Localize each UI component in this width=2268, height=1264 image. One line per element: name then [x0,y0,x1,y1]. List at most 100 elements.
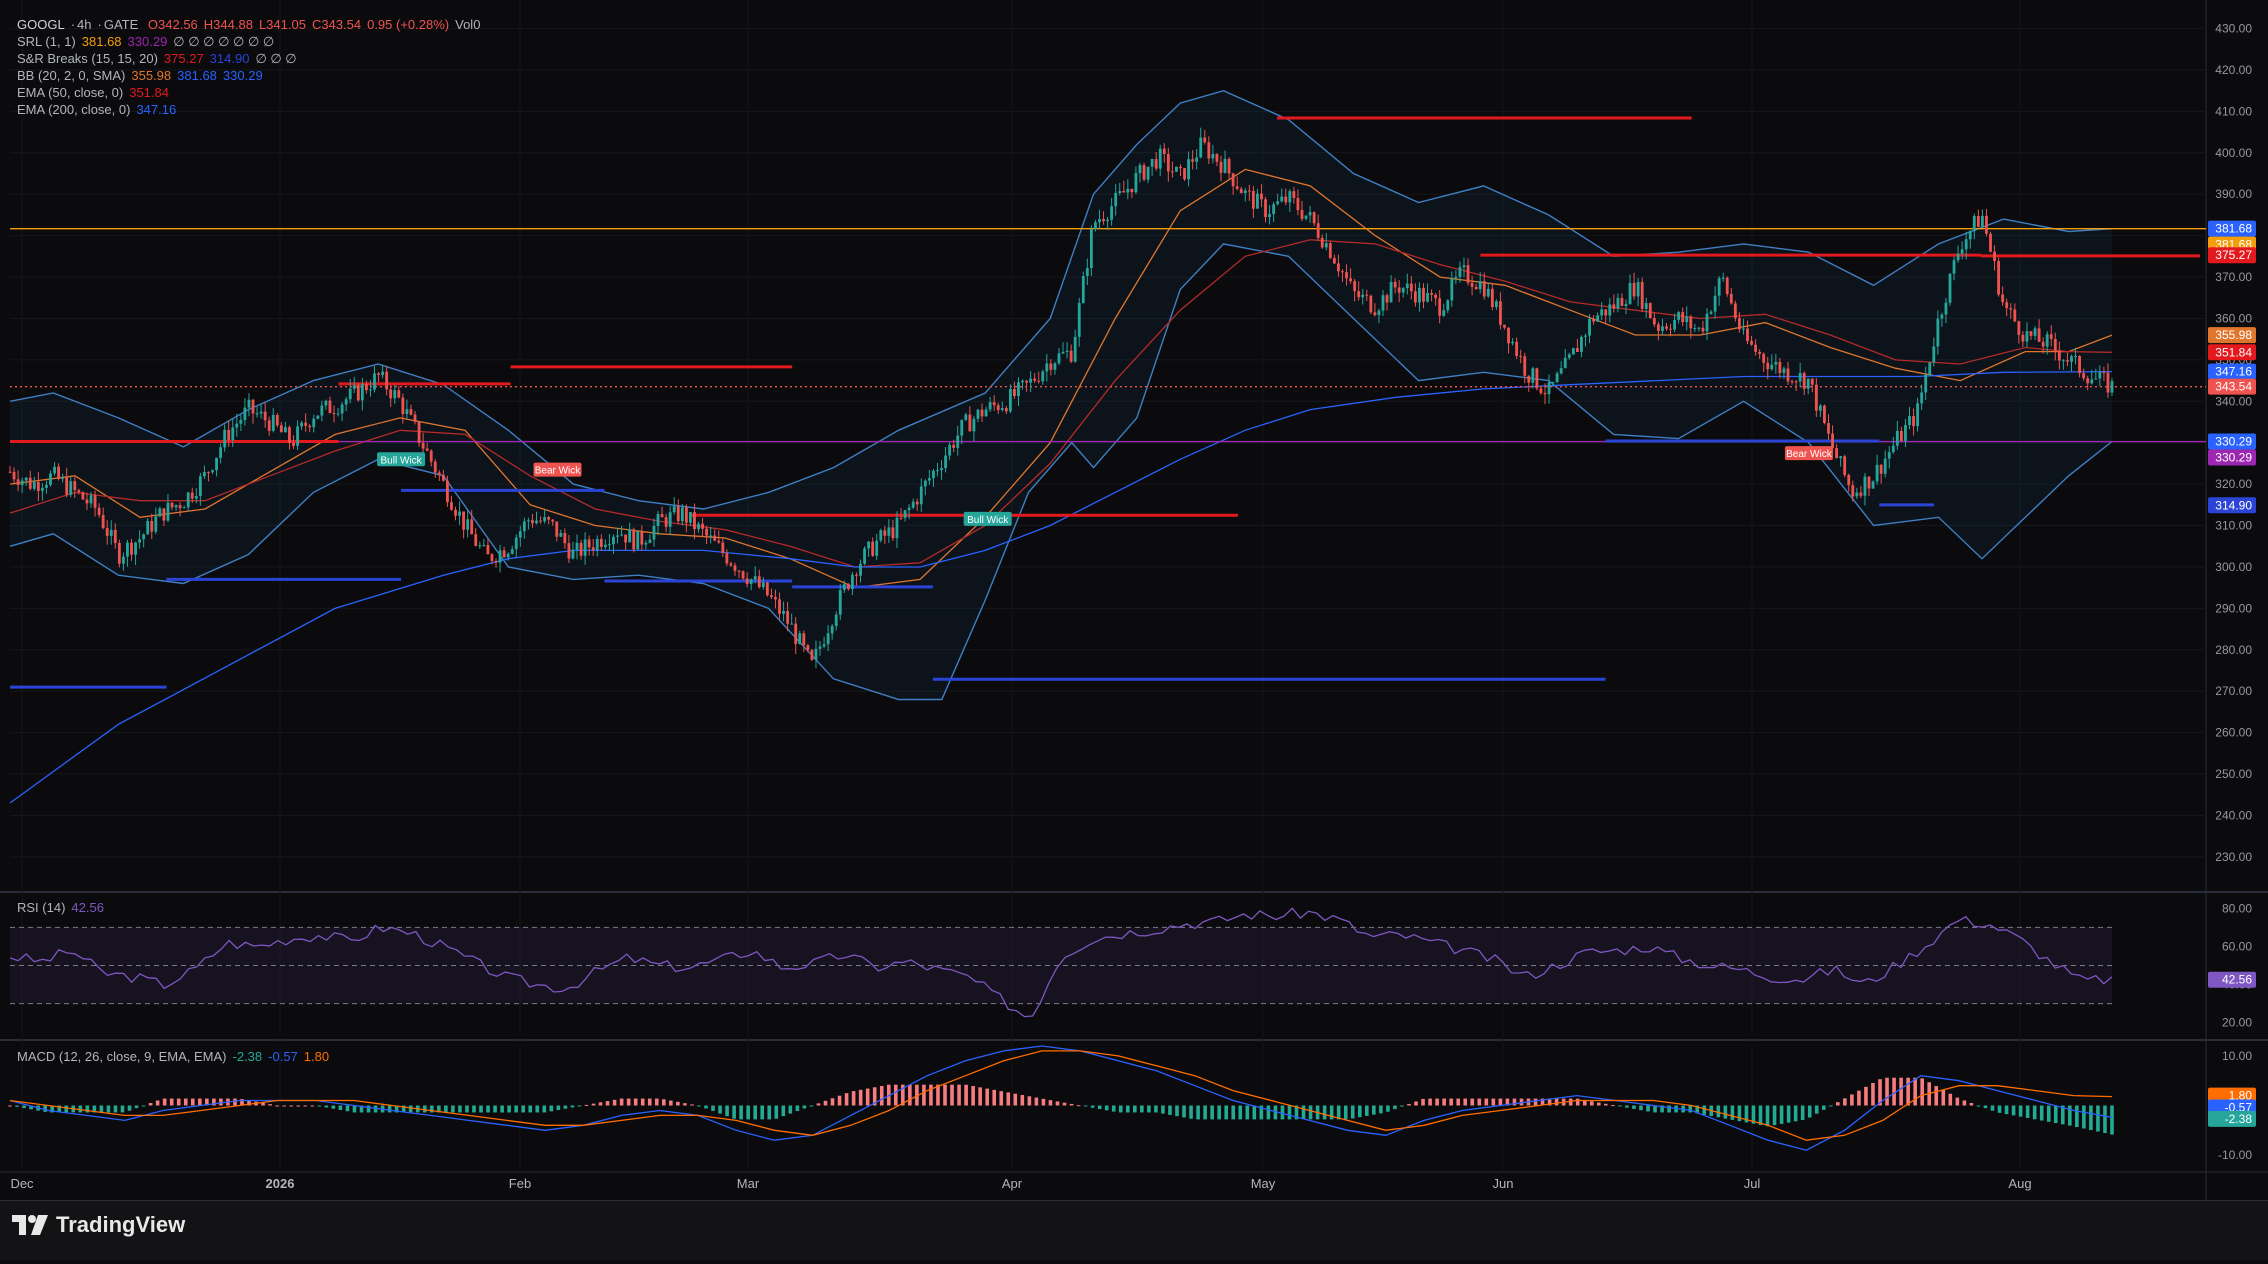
candle-body [932,470,935,479]
time-tick-label: Jul [1744,1176,1761,1191]
macd-histogram-bar [1653,1105,1657,1113]
macd-histogram-bar [661,1099,666,1106]
macd-histogram-bar [690,1104,694,1106]
candle-body [1685,316,1689,323]
candle-body [996,405,1000,411]
close-value: C343.54 [311,17,362,32]
candle-body [2106,372,2110,393]
candle-body [1725,277,1729,294]
candle-body [1138,165,1142,174]
macd-histogram-bar [120,1105,125,1113]
candle-body [830,626,834,634]
candle-body [1701,327,1705,332]
candle-body [1827,423,1830,434]
macd-histogram-bar [1533,1098,1538,1106]
candle-body [1077,302,1081,337]
candle-body [693,512,696,530]
candle-body [1478,281,1482,290]
macd-histogram-bar [858,1089,863,1106]
candle-body [336,413,340,415]
candle-body [1211,154,1215,159]
candle-body [607,544,611,546]
ema50-legend[interactable]: EMA (50, close, 0) 351.84 [17,84,175,101]
ema200-legend[interactable]: EMA (200, close, 0) 347.16 [17,101,182,118]
candle-body [749,579,753,584]
macd-line-value: -0.57 [268,1049,298,1064]
candle-body [1328,243,1332,258]
macd-histogram-bar [570,1105,575,1108]
srl-legend[interactable]: SRL (1, 1) 381.68 330.29 ∅ ∅ ∅ ∅ ∅ ∅ ∅ [17,33,280,50]
macd-legend[interactable]: MACD (12, 26, close, 9, EMA, EMA) -2.38 -0… [17,1048,335,1065]
macd-histogram-bar [711,1105,715,1111]
macd-histogram-bar [1076,1105,1081,1107]
candle-body [369,389,372,391]
candle-body [158,508,162,517]
candle-body [701,523,704,529]
macd-histogram-bar [1301,1105,1306,1120]
candle-body [417,421,421,443]
candle-body [814,648,818,660]
candle-body [223,429,227,448]
candle-body [1899,430,1903,441]
candle-body [478,545,482,547]
candle-body [757,576,761,588]
candle-body [1292,191,1296,199]
macd-histogram-bar [1407,1104,1411,1106]
candle-body [1584,335,1587,337]
macd-histogram-bar [324,1105,329,1108]
macd-histogram-bar [795,1105,800,1112]
macd-histogram-bar [1498,1098,1503,1106]
symbol-name[interactable]: GOOGL [17,17,65,32]
candle-body [1069,350,1073,362]
candle-body [640,531,644,545]
candle-body [968,414,972,432]
price-tick-label: 360.00 [2215,311,2252,325]
macd-histogram-bar [964,1084,968,1106]
candle-body [1802,372,1806,389]
rsi-legend[interactable]: RSI (14) 42.56 [17,899,110,916]
candle-body [927,478,931,481]
snr-legend[interactable]: S&R Breaks (15, 15, 20) 375.27 314.90 ∅ ∅ ∅ [17,50,303,67]
candle-body [1806,378,1810,389]
candle-body [186,492,190,508]
candle-body [770,595,773,598]
candle-body [539,520,542,522]
macd-histogram-bar [1688,1105,1692,1113]
candle-body [644,542,648,545]
price-chart[interactable]: 230.00 240.00 250.00 260.00 270.00 280.00 290.… [0,0,2268,1259]
candle-body [709,535,713,537]
candle-body [1434,294,1438,299]
time-tick-label: 2026 [266,1176,295,1191]
candle-body [976,409,980,419]
candle-body [126,542,129,557]
ema200-value: 347.16 [136,102,177,117]
macd-histogram-bar [1217,1105,1221,1120]
chart-root[interactable]: 230.00 240.00 250.00 260.00 270.00 280.00 290.… [0,0,2268,1259]
bb-legend[interactable]: BB (20, 2, 0, SMA) 355.98 381.68 330.29 [17,67,269,84]
candle-body [838,589,842,615]
candle-body [1227,158,1231,174]
candle-body [1041,371,1045,382]
candle-body [1413,291,1417,303]
candle-body [612,536,615,545]
candle-body [891,527,895,539]
candle-body [717,540,721,543]
candle-body [255,413,259,415]
macd-histogram-bar [1941,1089,1946,1106]
macd-histogram-bar [493,1105,497,1113]
candle-body [1130,188,1134,193]
candle-body [28,477,32,489]
candle-body [312,418,316,428]
candle-body [1106,219,1109,222]
candle-body [450,502,453,510]
macd-histogram-bar [922,1084,926,1106]
candle-body [1964,239,1968,250]
macd-histogram-bar [1266,1105,1271,1120]
candle-body [397,390,401,398]
candle-body [1831,433,1834,449]
candle-body [2041,341,2045,347]
candle-body [1385,295,1389,303]
candle-body [458,511,461,516]
candle-body [1215,154,1219,162]
tradingview-logo[interactable]: TradingView [12,1212,185,1238]
